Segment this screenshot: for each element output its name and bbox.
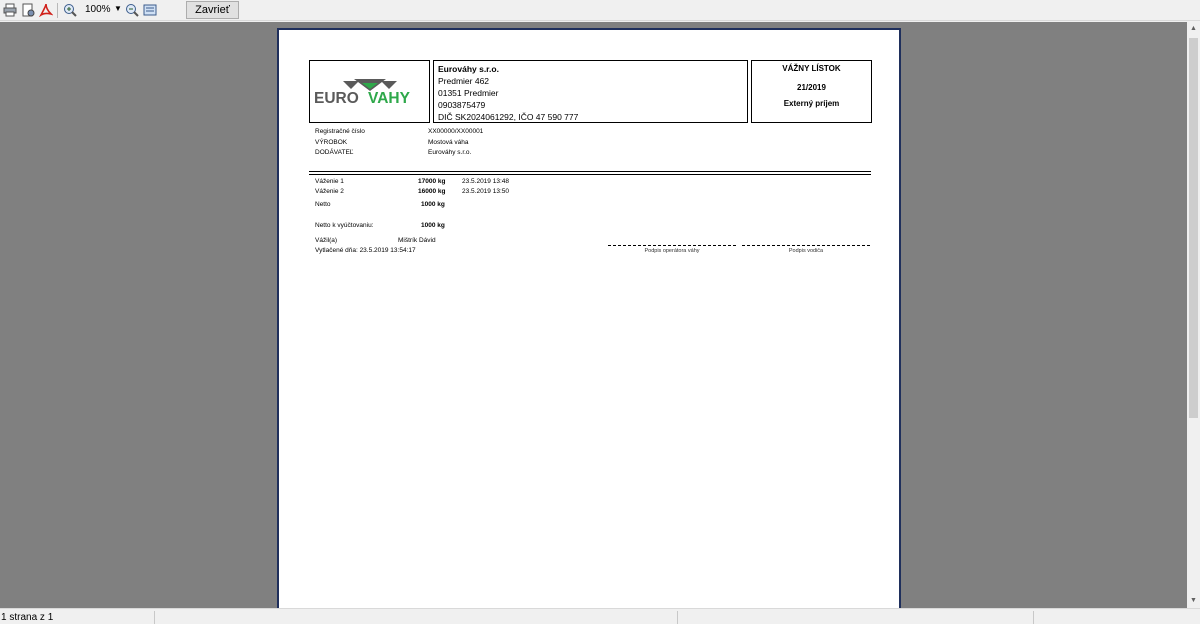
company-name: Eurováhy s.r.o. — [438, 64, 499, 74]
ticket-info-box: VÁŽNY LÍSTOK 21/2019 Externý príjem — [751, 60, 872, 123]
driver-signature-label: Podpis vodiča — [788, 248, 824, 254]
close-button[interactable]: Zavrieť — [186, 1, 239, 19]
print-icon[interactable] — [3, 3, 17, 17]
product-label: VÝROBOK — [315, 139, 348, 146]
weighing2-value: 16000 kg — [418, 188, 446, 195]
printed-date: Vytlačené dňa: 23.5.2019 13:54:17 — [315, 247, 416, 254]
weighing1-value: 17000 kg — [418, 178, 446, 185]
pdf-export-icon[interactable] — [38, 3, 54, 18]
report-page: EURO VAHY Eurováhy s.r.o. Predmier 462 0… — [277, 28, 901, 618]
billing-value: 1000 kg — [421, 222, 445, 229]
ticket-type: Externý príjem — [783, 99, 840, 108]
weighing1-time: 23.5.2019 13:48 — [462, 178, 509, 185]
reg-value: XX00000/XX00001 — [428, 128, 484, 135]
scroll-down-icon[interactable]: ▼ — [1187, 594, 1200, 608]
status-separator — [154, 611, 155, 624]
company-street: Predmier 462 — [438, 76, 490, 86]
divider-line — [309, 174, 871, 175]
status-separator — [1033, 611, 1034, 624]
logo-box: EURO VAHY — [309, 60, 430, 123]
supplier-value: Eurováhy s.r.o. — [428, 149, 472, 156]
company-logo: EURO VAHY — [314, 79, 411, 107]
company-ids: DIČ SK2024061292, IČO 47 590 777 — [438, 112, 579, 122]
vertical-scrollbar[interactable]: ▲ ▼ — [1187, 22, 1200, 608]
driver-signature-line — [742, 245, 870, 246]
weigher-name: Mištrík Dávid — [398, 237, 436, 244]
weigher-label: Vážil(a) — [315, 237, 338, 244]
weighing1-label: Váženie 1 — [315, 178, 344, 185]
scrollbar-thumb[interactable] — [1189, 38, 1198, 418]
toolbar: 100% ▼ Zavrieť — [0, 0, 1200, 21]
billing-label: Netto k vyúčtovaniu: — [315, 222, 374, 229]
net-label: Netto — [315, 201, 331, 208]
status-bar: 1 strana z 1 — [0, 608, 1200, 624]
page-view-icon[interactable] — [143, 3, 157, 17]
reg-label: Registračné číslo — [315, 128, 365, 135]
zoom-select[interactable]: 100% — [85, 4, 111, 15]
chevron-down-icon[interactable]: ▼ — [114, 4, 122, 13]
scroll-up-icon[interactable]: ▲ — [1187, 22, 1200, 36]
weighing2-label: Váženie 2 — [315, 188, 344, 195]
page-count: 1 strana z 1 — [1, 612, 54, 623]
supplier-label: DODÁVATEĽ — [315, 149, 354, 156]
status-separator — [677, 611, 678, 624]
net-value: 1000 kg — [421, 201, 445, 208]
zoom-in-icon[interactable] — [63, 3, 77, 17]
logo-text-euro: EURO — [314, 90, 359, 107]
operator-signature-line — [608, 245, 736, 246]
company-info-box: Eurováhy s.r.o. Predmier 462 01351 Predm… — [433, 60, 748, 123]
divider-line — [309, 171, 871, 172]
logo-text-vahy: VAHY — [368, 90, 411, 107]
page-setup-icon[interactable] — [21, 3, 35, 17]
company-city: 01351 Predmier — [438, 88, 499, 98]
weighing2-time: 23.5.2019 13:50 — [462, 188, 509, 195]
zoom-out-icon[interactable] — [125, 3, 139, 17]
operator-signature-label: Podpis operátora váhy — [644, 248, 700, 254]
product-value: Mostová váha — [428, 139, 469, 146]
toolbar-separator — [57, 3, 58, 18]
ticket-title: VÁŽNY LÍSTOK — [782, 64, 841, 73]
ticket-number: 21/2019 — [797, 83, 826, 92]
company-phone: 0903875479 — [438, 100, 486, 110]
